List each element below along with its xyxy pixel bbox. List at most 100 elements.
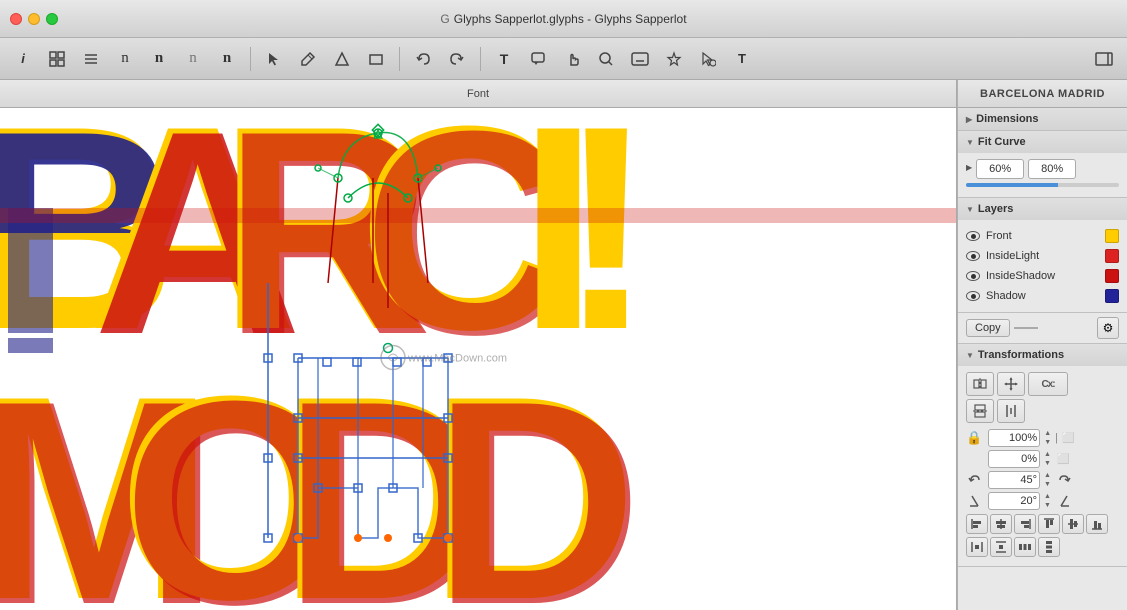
master-light[interactable]: n	[178, 44, 208, 74]
layer-visibility-shadow[interactable]	[966, 291, 980, 301]
transform-icons-row2	[966, 399, 1119, 423]
copy-button[interactable]: Copy	[966, 319, 1010, 337]
sidebar-toggle[interactable]	[1089, 44, 1119, 74]
comment-tool[interactable]	[523, 44, 553, 74]
scale-y-icon: ⬜	[1057, 454, 1069, 465]
cursor-tool[interactable]	[259, 44, 289, 74]
fit-curve-header[interactable]: ▼ Fit Curve	[958, 131, 1127, 153]
canvas-area[interactable]: B B A A R R C C I ! M M	[0, 108, 956, 610]
layer-visibility-insidelight[interactable]	[966, 251, 980, 261]
layer-visibility-front[interactable]	[966, 231, 980, 241]
shape-tool[interactable]	[327, 44, 357, 74]
minimize-button[interactable]	[28, 13, 40, 25]
layer-name-front: Front	[986, 230, 1099, 242]
layer-visibility-insideshadow[interactable]	[966, 271, 980, 281]
hand-tool[interactable]	[557, 44, 587, 74]
toolbar-sep-3	[480, 47, 481, 71]
fit-curve-section: ▼ Fit Curve ▶	[958, 131, 1127, 198]
toolbar-sep-2	[399, 47, 400, 71]
fit-curve-input-2[interactable]	[1028, 159, 1076, 179]
fit-curve-inputs: ▶	[966, 159, 1119, 179]
master-black[interactable]: n	[212, 44, 242, 74]
rotate-cw-btn[interactable]	[1055, 471, 1073, 489]
flip-h-btn[interactable]	[966, 372, 994, 396]
font-size-tool[interactable]: T	[727, 44, 757, 74]
transformations-triangle: ▼	[966, 351, 974, 360]
scale-x-input[interactable]	[988, 429, 1040, 447]
fit-curve-expand[interactable]: ▶	[966, 163, 972, 172]
maximize-button[interactable]	[46, 13, 58, 25]
align-bottom-btn[interactable]	[1086, 514, 1108, 534]
cx-transform-btn[interactable]: Cx:	[1028, 372, 1068, 396]
distribute-v-btn[interactable]	[990, 537, 1012, 557]
layer-row-shadow[interactable]: Shadow	[966, 286, 1119, 306]
distribute-h-btn[interactable]	[966, 537, 988, 557]
copy-row: Copy ⚙	[958, 313, 1127, 344]
traffic-lights	[10, 13, 58, 25]
flip-v-btn[interactable]	[966, 399, 994, 423]
scale-lock-icon[interactable]: 🔒	[966, 430, 982, 446]
scale-y-input[interactable]	[988, 450, 1040, 468]
canvas-svg: B B A A R R C C I ! M M	[0, 108, 956, 610]
align-middle-v-btn[interactable]	[1062, 514, 1084, 534]
align-spread-h-btn[interactable]	[1014, 537, 1036, 557]
toolbar-sep-1	[250, 47, 251, 71]
text-tool[interactable]: T	[489, 44, 519, 74]
slant-stepper[interactable]: ▲▼	[1044, 492, 1051, 510]
slant-left-btn[interactable]	[966, 492, 984, 510]
rotate-input[interactable]	[988, 471, 1040, 489]
layers-section: ▼ Layers Front InsideLight InsideShadow	[958, 198, 1127, 313]
rotate-stepper[interactable]: ▲▼	[1044, 471, 1051, 489]
gear-button[interactable]: ⚙	[1097, 317, 1119, 339]
rectangle-tool[interactable]	[361, 44, 391, 74]
transformations-section: ▼ Transformations Cx:	[958, 344, 1127, 567]
align-row-1	[966, 514, 1119, 534]
zoom-tool[interactable]	[591, 44, 621, 74]
align-left-btn[interactable]	[966, 514, 988, 534]
transformations-header[interactable]: ▼ Transformations	[958, 344, 1127, 366]
master-bold[interactable]: n	[144, 44, 174, 74]
align-right-btn[interactable]	[1014, 514, 1036, 534]
font-panel-header: Font	[0, 80, 956, 108]
grid-view-btn[interactable]	[42, 44, 72, 74]
left-panel: Font B B A A R R C C	[0, 80, 957, 610]
layer-name-insidelight: InsideLight	[986, 250, 1099, 262]
link-icon[interactable]: ⬜	[1062, 433, 1074, 444]
align-center-h-btn[interactable]	[990, 514, 1012, 534]
layer-row-front[interactable]: Front	[966, 226, 1119, 246]
close-button[interactable]	[10, 13, 22, 25]
dimensions-section: ▶ Dimensions	[958, 108, 1127, 131]
star-tool[interactable]	[659, 44, 689, 74]
scale-row: 🔒 ▲▼ | ⬜	[966, 429, 1119, 447]
dimensions-triangle: ▶	[966, 115, 972, 124]
redo-btn[interactable]	[442, 44, 472, 74]
list-view-btn[interactable]	[76, 44, 106, 74]
layer-row-insideshadow[interactable]: InsideShadow	[966, 266, 1119, 286]
scale-lock-2-icon: |	[1055, 432, 1058, 444]
align-row-2	[966, 537, 1119, 557]
align-top-btn[interactable]	[1038, 514, 1060, 534]
copy-dash	[1014, 327, 1038, 329]
fit-curve-input-1[interactable]	[976, 159, 1024, 179]
slant-right-btn[interactable]	[1055, 492, 1073, 510]
master-regular[interactable]: n	[110, 44, 140, 74]
fit-curve-triangle: ▼	[966, 138, 974, 147]
pen-tool[interactable]	[293, 44, 323, 74]
info-tool[interactable]: i	[8, 44, 38, 74]
fit-curve-slider[interactable]	[966, 183, 1119, 187]
move-btn[interactable]	[997, 372, 1025, 396]
scale-stepper[interactable]: ▲▼	[1044, 429, 1051, 447]
layers-header[interactable]: ▼ Layers	[958, 198, 1127, 220]
layer-row-insidelight[interactable]: InsideLight	[966, 246, 1119, 266]
rotate-ccw-btn[interactable]	[966, 471, 984, 489]
align-spread-v-btn[interactable]	[1038, 537, 1060, 557]
layers-triangle: ▼	[966, 205, 974, 214]
toolbar: i n n n n T	[0, 38, 1127, 80]
slant-input[interactable]	[988, 492, 1040, 510]
scale-y-stepper[interactable]: ▲▼	[1044, 450, 1051, 468]
select-all-btn[interactable]	[693, 44, 723, 74]
distribute-btn[interactable]	[997, 399, 1025, 423]
dimensions-header[interactable]: ▶ Dimensions	[958, 108, 1127, 130]
keyboard-shortcut-tool[interactable]	[625, 44, 655, 74]
undo-btn[interactable]	[408, 44, 438, 74]
